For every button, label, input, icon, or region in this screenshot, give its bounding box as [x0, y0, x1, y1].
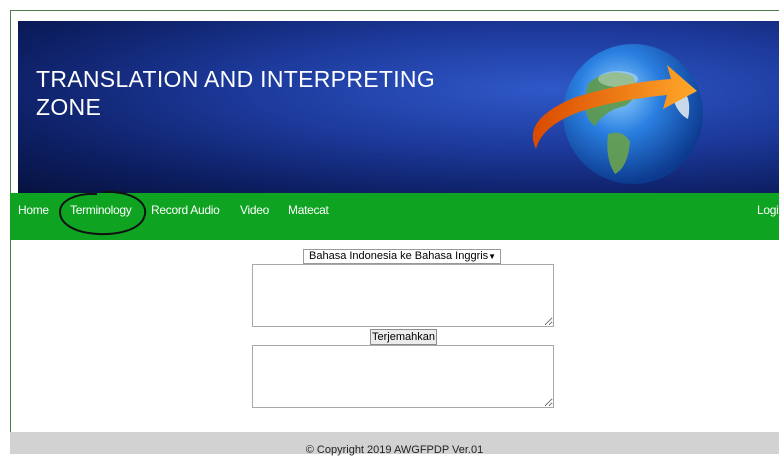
header-banner: TRANSLATION AND INTERPRETING ZONE — [18, 21, 779, 193]
nav-login[interactable]: Logi — [757, 203, 779, 217]
hand-drawn-circle-annotation — [58, 190, 147, 236]
site-title: TRANSLATION AND INTERPRETING ZONE — [36, 66, 436, 120]
nav-video[interactable]: Video — [240, 203, 269, 217]
translate-button[interactable]: Terjemahkan — [370, 329, 437, 345]
source-text-input[interactable] — [252, 264, 554, 327]
nav-record-audio[interactable]: Record Audio — [151, 203, 220, 217]
globe-arrow-logo — [532, 44, 703, 184]
translation-result-output[interactable] — [252, 345, 554, 408]
nav-home[interactable]: Home — [18, 203, 49, 217]
chevron-down-icon: ▼ — [488, 252, 496, 261]
nav-matecat[interactable]: Matecat — [288, 203, 329, 217]
language-select[interactable]: Bahasa Indonesia ke Bahasa Inggris ▼ — [303, 249, 501, 264]
language-select-value: Bahasa Indonesia ke Bahasa Inggris — [309, 250, 489, 262]
footer: © Copyright 2019 AWGFPDP Ver.01 — [10, 432, 779, 456]
copyright-text: © Copyright 2019 AWGFPDP Ver.01 — [305, 444, 484, 456]
